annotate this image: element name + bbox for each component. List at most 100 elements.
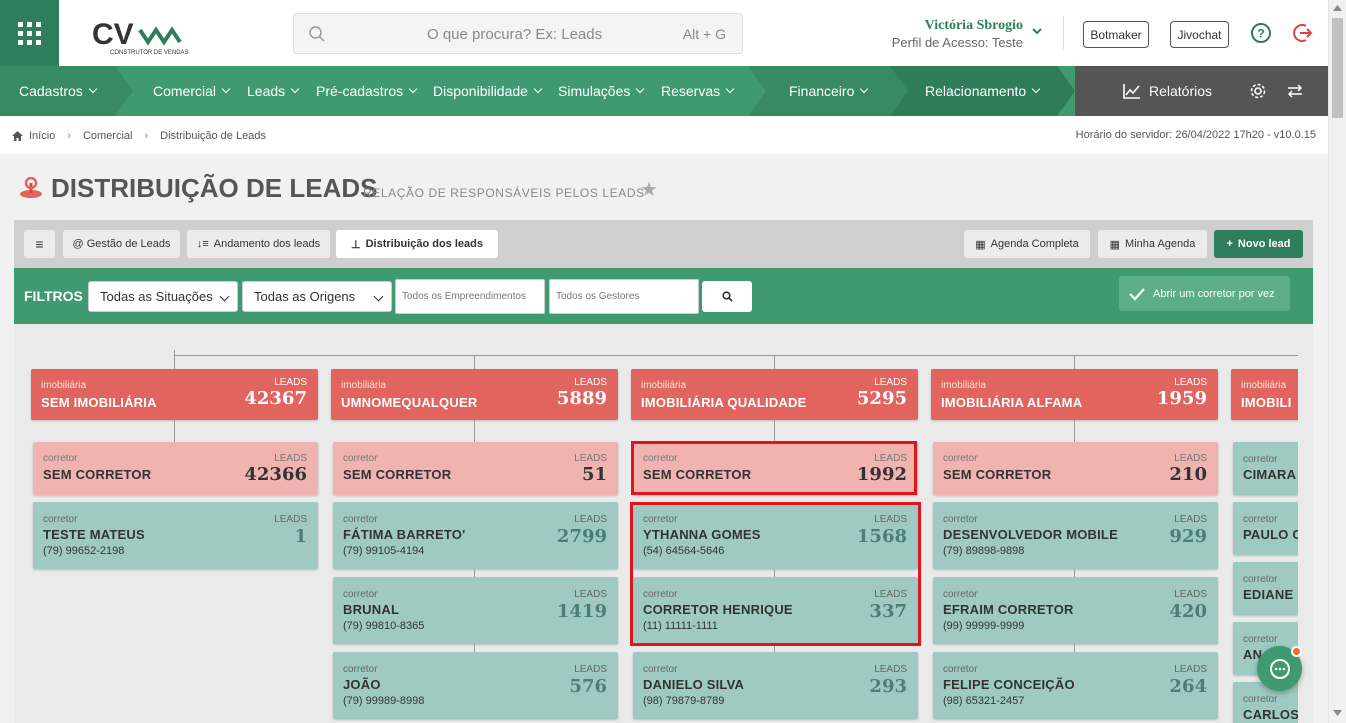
breadcrumb-comercial[interactable]: Comercial [83, 130, 133, 142]
corretor-card[interactable]: corretor PAULO C [1233, 502, 1298, 555]
imobiliaria-card[interactable]: imobiliária IMOBILI [1231, 369, 1298, 420]
corretor-name: CORRETOR HENRIQUE [643, 602, 793, 617]
leads-count: 1992 [856, 464, 907, 485]
tab-andamento-leads[interactable]: ↓≡ Andamento dos leads [187, 230, 330, 258]
user-menu[interactable]: Victória Sbrogio Perfil de Acesso: Teste [892, 18, 1023, 50]
corretor-label: corretor [643, 589, 678, 600]
sem-corretor-card[interactable]: corretor SEM CORRETOR LEADS 1992 [633, 442, 918, 495]
scroll-down-icon[interactable] [1333, 710, 1342, 716]
leads-label: LEADS [574, 664, 607, 675]
gestores-input[interactable]: Todos os Gestores [549, 279, 699, 314]
search-shortcut: Alt + G [682, 26, 726, 42]
leads-label: LEADS [874, 514, 907, 525]
nav-label: Pré-cadastros [316, 83, 404, 99]
corretor-label: corretor [43, 453, 78, 464]
breadcrumb-inicio[interactable]: Início [29, 130, 55, 142]
sem-corretor-card[interactable]: corretor SEM CORRETOR LEADS 51 [333, 442, 618, 495]
corretor-card[interactable]: corretor FÁTIMA BARRETO' LEADS 2799 (79) 991… [333, 502, 618, 569]
corretor-card[interactable]: corretor DANIELO SILVA LEADS 293 (98) 79879-… [633, 652, 918, 719]
corretor-name: YTHANNA GOMES [643, 527, 761, 542]
tab-gestao-leads[interactable]: @ Gestão de Leads [63, 230, 180, 258]
imobiliaria-name: IMOBILIÁRIA ALFAMA [941, 395, 1083, 410]
chevron-down-icon [408, 84, 418, 94]
leads-count: 51 [581, 464, 607, 485]
corretor-name: FELIPE CONCEIÇÃO [943, 677, 1075, 692]
tree-connector [774, 569, 775, 577]
corretor-card[interactable]: corretor DESENVOLVEDOR MOBILE LEADS 929 (79)… [933, 502, 1218, 569]
nav-label: Relacionamento [925, 83, 1027, 99]
breadcrumb-bar: Início › Comercial › Distribuição de Lea… [0, 116, 1328, 154]
corretor-card[interactable]: corretor CORRETOR HENRIQUE LEADS 337 (11) 11… [633, 577, 918, 644]
imobiliaria-card[interactable]: imobiliária IMOBILIÁRIA QUALIDADE LEADS 529… [631, 369, 918, 420]
corretor-name: CIMARA [1243, 467, 1297, 482]
menu-toggle-button[interactable]: ≡ [24, 230, 55, 258]
chat-launcher-button[interactable] [1257, 646, 1302, 691]
agenda-completa-button[interactable]: ▦ Agenda Completa [964, 230, 1090, 258]
nav-relatorios[interactable]: Relatórios [1123, 66, 1212, 116]
corretor-name: PAULO C [1243, 527, 1298, 542]
leads-label: LEADS [574, 514, 607, 525]
nav-tools: Relatórios [1075, 66, 1328, 116]
global-search[interactable]: O que procura? Ex: Leads Alt + G [293, 13, 743, 54]
apps-menu-button[interactable] [0, 0, 59, 66]
origens-select[interactable]: Todas as Origens [242, 281, 392, 312]
sem-corretor-card[interactable]: corretor CIMARA [1233, 442, 1298, 495]
leads-label: LEADS [574, 589, 607, 600]
corretor-card[interactable]: corretor EDIANE [1233, 562, 1298, 615]
nav-label: Relatórios [1149, 83, 1213, 99]
chevron-down-icon [373, 291, 384, 302]
imobiliaria-card[interactable]: imobiliária IMOBILIÁRIA ALFAMA LEADS 1959 [931, 369, 1218, 420]
nav-pre-cadastros[interactable]: Pré-cadastros [316, 66, 418, 116]
corretor-card[interactable]: corretor TESTE MATEUS LEADS 1 (79) 99652-219… [33, 502, 318, 569]
page-scrollbar[interactable] [1328, 0, 1346, 723]
nav-leads[interactable]: Leads [247, 66, 300, 116]
corretor-card[interactable]: corretor JOÃO LEADS 576 (79) 99989-8998 [333, 652, 618, 719]
gear-icon[interactable] [1249, 82, 1267, 100]
nav-disponibilidade[interactable]: Disponibilidade [433, 66, 543, 116]
leads-label: LEADS [274, 377, 307, 388]
nav-financeiro[interactable]: Financeiro [789, 66, 869, 116]
corretor-label: corretor [43, 514, 78, 525]
jivochat-button[interactable]: Jivochat [1170, 21, 1229, 48]
sort-icon: ↓≡ [196, 238, 209, 250]
nav-comercial[interactable]: Comercial [153, 66, 231, 116]
swap-icon[interactable] [1286, 83, 1304, 99]
help-icon[interactable]: ? [1250, 22, 1272, 44]
corretor-card[interactable]: corretor YTHANNA GOMES LEADS 1568 (54) 64564… [633, 502, 918, 569]
corretor-label: corretor [943, 664, 978, 675]
cv-logo[interactable]: CV CONSTRUTOR DE VENDAS [92, 14, 192, 58]
scroll-up-icon[interactable] [1333, 5, 1342, 11]
tree-connector [1074, 355, 1075, 369]
sem-corretor-card[interactable]: corretor SEM CORRETOR LEADS 42366 [33, 442, 318, 495]
abrir-corretor-toggle[interactable]: Abrir um corretor por vez [1119, 276, 1290, 311]
scrollbar-thumb[interactable] [1332, 18, 1343, 118]
leads-label: LEADS [274, 514, 307, 525]
nav-cadastros[interactable]: Cadastros [19, 66, 98, 116]
empreendimentos-input[interactable]: Todos os Empreendimentos [395, 279, 545, 314]
minha-agenda-button[interactable]: ▦ Minha Agenda [1098, 230, 1207, 258]
filter-search-button[interactable] [702, 281, 752, 312]
tab-distribuicao-leads[interactable]: ⊥ Distribuição dos leads [336, 230, 498, 258]
top-bar: CV CONSTRUTOR DE VENDAS O que procura? E… [0, 0, 1328, 66]
botmaker-button[interactable]: Botmaker [1083, 21, 1149, 48]
logout-icon[interactable] [1292, 22, 1314, 44]
star-icon[interactable]: ★ [640, 177, 658, 202]
imobiliaria-card[interactable]: imobiliária SEM IMOBILIÁRIA LEADS 42367 [31, 369, 318, 420]
corretor-card[interactable]: corretor FELIPE CONCEIÇÃO LEADS 264 (98) 653… [933, 652, 1218, 719]
corretor-card[interactable]: corretor BRUNAL LEADS 1419 (79) 99810-8365 [333, 577, 618, 644]
imobiliaria-card[interactable]: imobiliária UMNOMEQUALQUER LEADS 5889 [331, 369, 618, 420]
situacoes-select[interactable]: Todas as Situações [88, 281, 238, 312]
imobiliaria-label: imobiliária [1241, 380, 1287, 391]
chevron-down-icon [290, 84, 300, 94]
nav-reservas[interactable]: Reservas [661, 66, 735, 116]
nav-relacionamento[interactable]: Relacionamento [925, 66, 1041, 116]
chevron-down-icon[interactable] [1031, 27, 1043, 37]
imobiliaria-name: IMOBILIÁRIA QUALIDADE [641, 395, 807, 410]
corretor-name: TESTE MATEUS [43, 527, 145, 542]
novo-lead-button[interactable]: + Novo lead [1214, 230, 1303, 258]
corretor-card[interactable]: corretor EFRAIM CORRETOR LEADS 420 (99) 9999… [933, 577, 1218, 644]
imobiliaria-name: SEM IMOBILIÁRIA [41, 395, 157, 410]
breadcrumb: Início › Comercial › Distribuição de Lea… [12, 130, 266, 142]
sem-corretor-card[interactable]: corretor SEM CORRETOR LEADS 210 [933, 442, 1218, 495]
nav-simulacoes[interactable]: Simulações [558, 66, 645, 116]
